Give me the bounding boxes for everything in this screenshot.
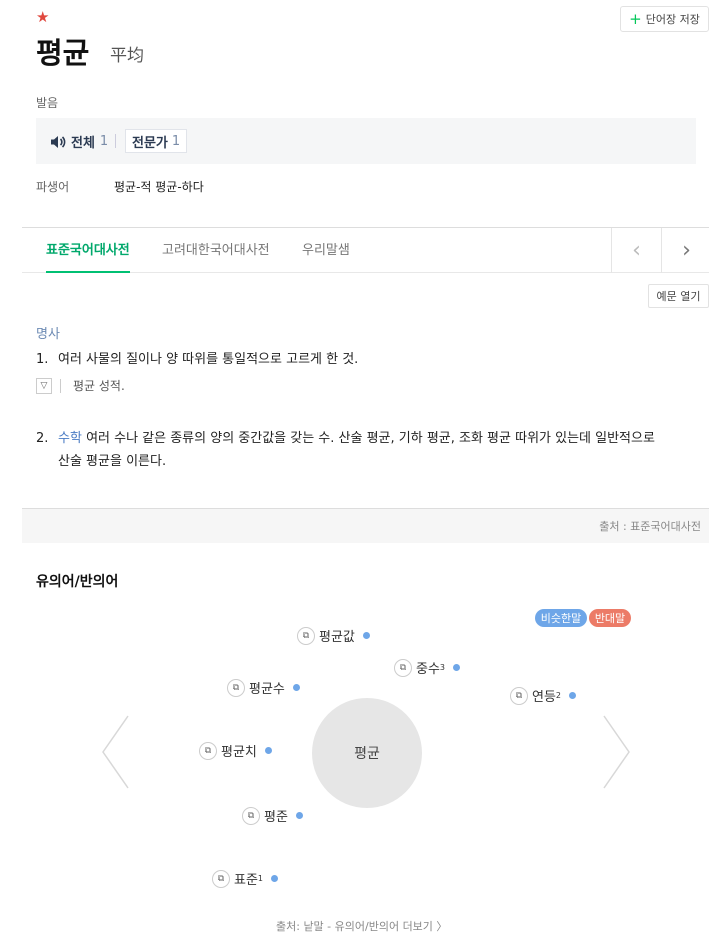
pronunciation-label: 발음 (36, 96, 59, 110)
synonym-node[interactable]: ⧉ 평균값 (297, 626, 370, 645)
synonym-dot (264, 747, 272, 754)
speaker-icon (51, 135, 66, 148)
derivative-label: 파생어 (36, 180, 70, 194)
save-button-label: 단어장 저장 (645, 13, 700, 26)
pronunciation-box: 전체 1 전문가 1 (36, 118, 696, 164)
derivative-value[interactable]: 평균-적 평균-하다 (114, 178, 204, 195)
definition-number: 1. (36, 352, 49, 367)
chevron-right-icon: › (682, 238, 691, 263)
synonym-node[interactable]: ⧉ 표준 1 (212, 869, 279, 888)
synonym-badge: 비슷한말 (535, 609, 587, 627)
tab-next-button[interactable]: › (661, 228, 709, 273)
definition-number: 2. (36, 431, 49, 446)
copy-icon[interactable]: ⧉ (394, 658, 412, 677)
pronunciation-all-button[interactable]: 전체 1 (50, 132, 108, 151)
synonym-node[interactable]: ⧉ 평균수 (227, 678, 300, 697)
synonym-word: 표준 (234, 873, 258, 888)
source-text: 출처 : 표준국어대사전 (599, 520, 701, 533)
entry-word: 평균 (36, 36, 90, 70)
synonym-node[interactable]: ⧉ 평균치 (199, 741, 272, 760)
expand-toggle-button[interactable]: ▽ (36, 377, 52, 394)
pronunciation-all-label: 전체 (71, 136, 95, 151)
pronunciation-all-count: 1 (99, 134, 109, 149)
synonym-node[interactable]: ⧉ 평준 (242, 806, 303, 825)
synonym-word: 평균치 (221, 745, 257, 760)
synonym-section-title: 유의어/반의어 (36, 574, 119, 590)
definition-text: 여러 사물의 질이나 양 따위를 통일적으로 고르게 한 것. (58, 352, 359, 367)
synonym-node[interactable]: ⧉ 중수 3 (394, 658, 461, 677)
pronunciation-expert-count: 1 (171, 133, 181, 149)
homonym-number: 2 (555, 691, 562, 700)
homonym-number: 3 (439, 663, 446, 672)
tab-standard-dictionary[interactable]: 표준국어대사전 (46, 228, 130, 273)
synonym-dot (271, 875, 279, 882)
synonym-node[interactable]: ⧉ 연등 2 (510, 686, 577, 705)
copy-icon[interactable]: ⧉ (297, 626, 315, 645)
synonym-next-arrow[interactable] (600, 714, 632, 790)
tab-korea-university-dictionary[interactable]: 고려대한국어대사전 (162, 228, 270, 273)
copy-icon[interactable]: ⧉ (242, 806, 260, 825)
synonym-source-link[interactable]: 출처: 낱말 - 유의어/반의어 더보기 〉 (276, 918, 447, 934)
entry-hanja: 平均 (110, 46, 144, 66)
star-icon[interactable]: ★ (36, 8, 49, 26)
synonym-word: 중수 (416, 662, 440, 677)
copy-icon[interactable]: ⧉ (227, 678, 245, 697)
definition-field-link[interactable]: 수학 (58, 431, 82, 446)
open-examples-button[interactable]: 예문 열기 (648, 284, 709, 308)
definition-1: 1. 여러 사물의 질이나 양 따위를 통일적으로 고르게 한 것. (36, 348, 358, 371)
part-of-speech: 명사 (36, 327, 60, 342)
synonym-dot (295, 812, 303, 819)
copy-icon[interactable]: ⧉ (212, 869, 230, 888)
chevron-down-icon: ▽ (40, 380, 48, 391)
synonym-word: 연등 (532, 690, 556, 705)
pronunciation-expert-label: 전문가 (132, 135, 168, 151)
divider (60, 378, 61, 393)
synonym-dot (569, 692, 577, 699)
definition-2: 2. 수학 여러 수나 같은 종류의 양의 중간값을 갖는 수. 산술 평균, 기… (36, 427, 706, 473)
definition-text-line1: 여러 수나 같은 종류의 양의 중간값을 갖는 수. 산술 평균, 기하 평균,… (86, 431, 655, 446)
homonym-number: 1 (257, 874, 264, 883)
dictionary-tabs: 표준국어대사전 고려대한국어대사전 우리말샘 ‹ › (22, 227, 709, 273)
definition-1-example: ▽ 평균 성적. (36, 377, 125, 394)
divider (115, 134, 116, 148)
tab-urimalsaem[interactable]: 우리말샘 (302, 228, 350, 273)
synonym-dot (453, 664, 461, 671)
synonym-word: 평준 (264, 810, 288, 825)
synonym-word: 평균값 (319, 630, 355, 645)
tab-prev-button[interactable]: ‹ (611, 228, 661, 273)
pronunciation-expert-button[interactable]: 전문가 1 (125, 129, 188, 153)
source-bar: 출처 : 표준국어대사전 (22, 508, 709, 543)
chevron-left-icon: ‹ (632, 238, 641, 263)
example-text: 평균 성적. (73, 379, 125, 393)
synonym-word: 평균수 (249, 682, 285, 697)
synonym-dot (362, 632, 370, 639)
synonym-prev-arrow[interactable] (100, 714, 132, 790)
plus-icon: + (629, 9, 642, 28)
synonym-dot (292, 684, 300, 691)
antonym-badge: 반대말 (589, 609, 631, 627)
copy-icon[interactable]: ⧉ (510, 686, 528, 705)
save-to-wordbook-button[interactable]: + 단어장 저장 (620, 6, 709, 32)
definition-text-line2: 산술 평균을 이른다. (58, 454, 167, 469)
copy-icon[interactable]: ⧉ (199, 741, 217, 760)
synonym-center-word: 평균 (312, 698, 422, 808)
